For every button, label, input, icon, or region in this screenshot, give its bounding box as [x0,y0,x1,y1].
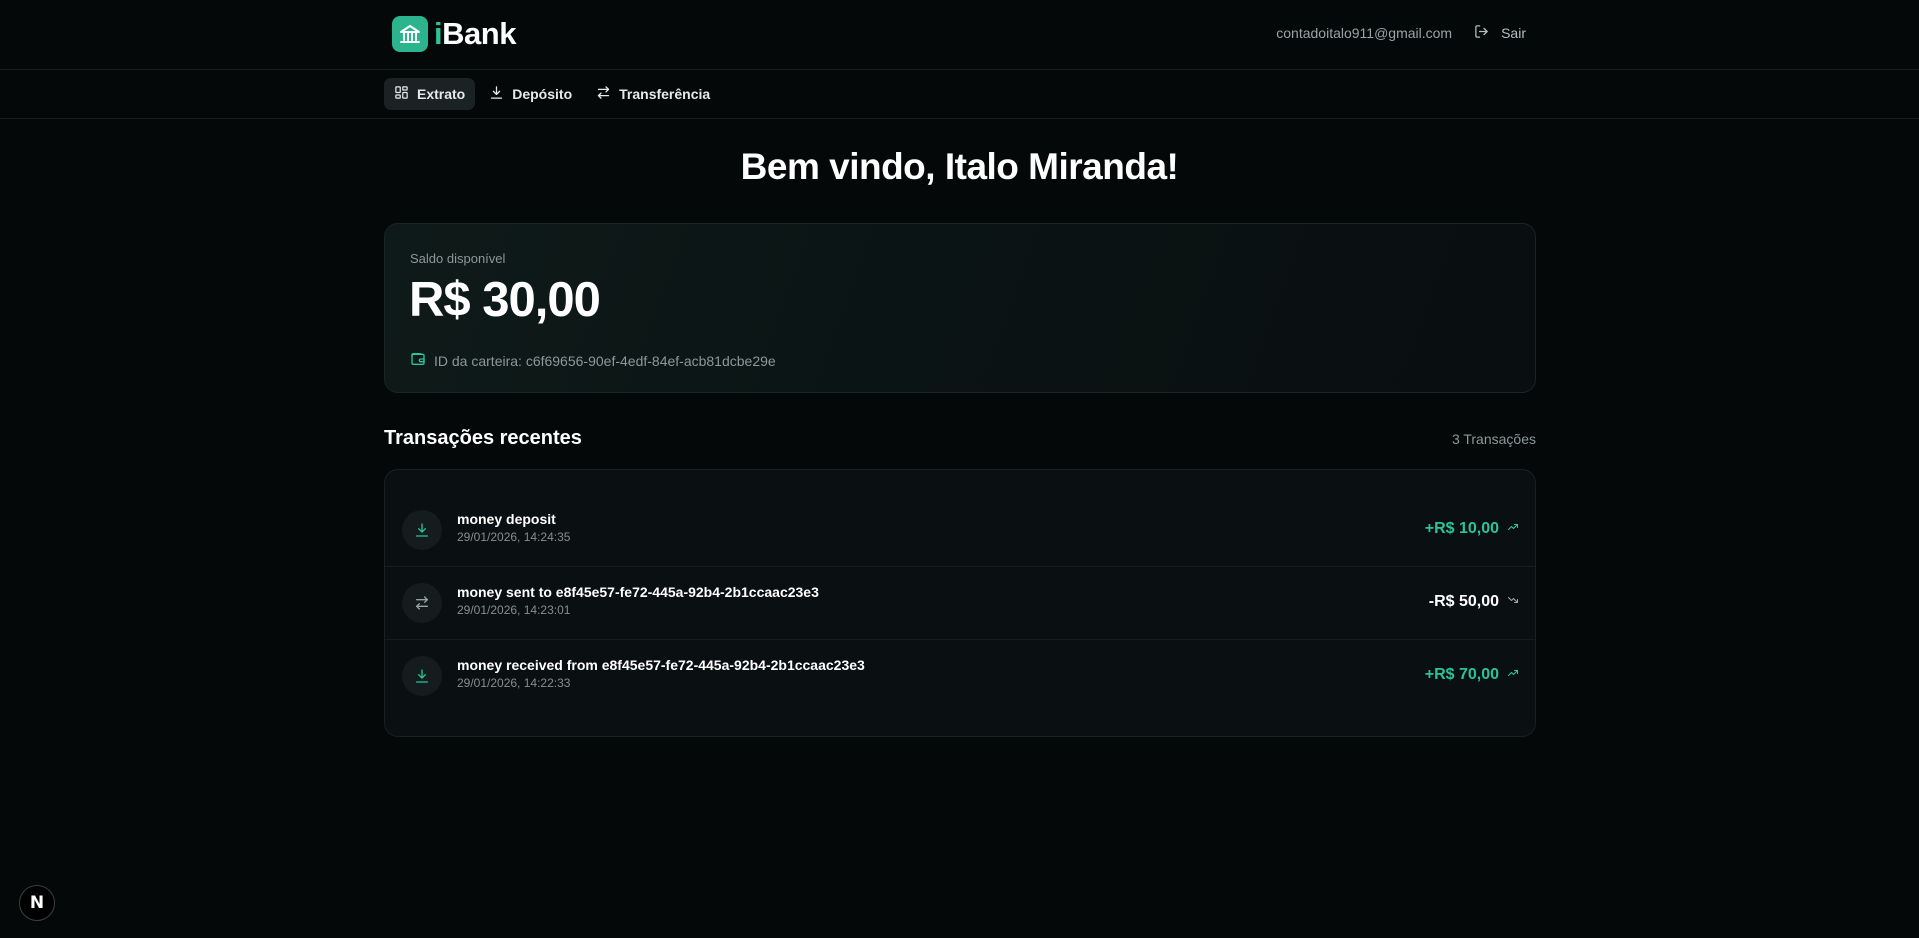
top-header: iBank contadoitalo911@gmail.com Sair [0,0,1919,70]
trending-up-icon [1507,666,1519,684]
download-icon [402,656,442,696]
page-title: Bem vindo, Italo Miranda! [740,146,1179,187]
transactions-title: Transações recentes [384,427,582,449]
tab-transferencia-label: Transferência [619,86,711,102]
transactions-list: money deposit 29/01/2026, 14:24:35 +R$ 1… [384,469,1536,737]
logout-icon [1474,24,1489,42]
tab-deposito-label: Depósito [512,86,573,102]
user-area: contadoitalo911@gmail.com Sair [1276,22,1526,44]
logout-button[interactable]: Sair [1474,24,1526,42]
transaction-amount: -R$ 50,00 [1428,593,1499,610]
transaction-description: money received from e8f45e57-fe72-445a-9… [457,657,865,673]
transfer-icon [596,85,611,103]
brand-prefix: i [434,16,443,51]
balance-card: Saldo disponível R$ 30,00 ID da carteira… [384,223,1536,393]
transaction-row[interactable]: money received from e8f45e57-fe72-445a-9… [385,640,1535,713]
tab-deposito[interactable]: Depósito [479,78,582,110]
brand-logo[interactable]: iBank [392,16,516,52]
download-icon [402,510,442,550]
transaction-row[interactable]: money sent to e8f45e57-fe72-445a-92b4-2b… [385,567,1535,640]
balance-amount: R$ 30,00 [409,273,601,327]
transaction-amount: +R$ 10,00 [1424,520,1499,537]
transaction-row[interactable]: money deposit 29/01/2026, 14:24:35 +R$ 1… [385,494,1535,567]
user-email: contadoitalo911@gmail.com [1276,25,1453,41]
transaction-description: money deposit [457,511,556,527]
wallet-id-text: ID da carteira: c6f69656-90ef-4edf-84ef-… [434,352,776,369]
main-nav: Extrato Depósito Transferência [0,70,1919,119]
bank-icon [392,16,428,52]
transaction-date: 29/01/2026, 14:23:01 [457,603,571,617]
balance-label: Saldo disponível [410,251,506,266]
transaction-date: 29/01/2026, 14:24:35 [457,530,571,544]
transaction-description: money sent to e8f45e57-fe72-445a-92b4-2b… [457,584,819,600]
brand-suffix: Bank [442,16,516,51]
nextjs-dev-indicator[interactable]: N [19,885,55,921]
transfer-icon [402,583,442,623]
brand-name: iBank [434,16,516,52]
trending-up-icon [1507,520,1519,538]
trending-down-icon [1507,593,1519,611]
tab-transferencia[interactable]: Transferência [586,78,720,110]
tab-extrato[interactable]: Extrato [384,78,476,110]
tab-extrato-label: Extrato [417,86,466,102]
transactions-count: 3 Transações [1451,431,1536,447]
wallet-id: ID da carteira: c6f69656-90ef-4edf-84ef-… [410,351,776,370]
wallet-icon [410,351,426,370]
transaction-amount: +R$ 70,00 [1424,666,1499,683]
download-icon [489,85,504,103]
transaction-date: 29/01/2026, 14:22:33 [457,676,571,690]
dashboard-icon [394,85,409,103]
logout-label: Sair [1501,25,1526,41]
